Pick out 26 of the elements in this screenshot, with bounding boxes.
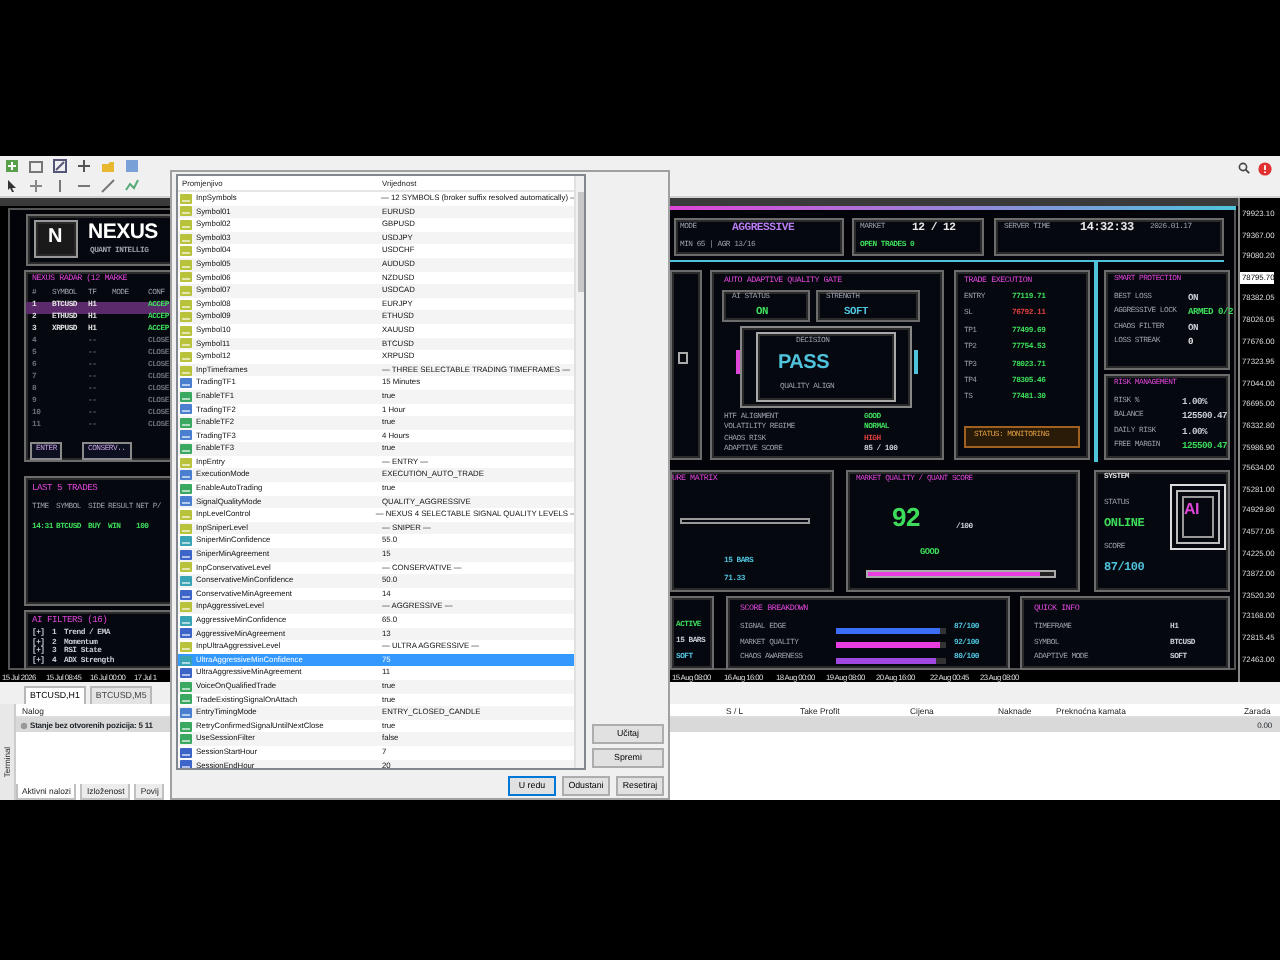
matrix-bar xyxy=(680,518,810,524)
crosshair-icon[interactable] xyxy=(28,178,44,194)
brand-title: NEXUS xyxy=(88,222,158,243)
decision-box xyxy=(756,332,896,402)
trendline-icon[interactable] xyxy=(100,178,116,194)
notification-icon[interactable] xyxy=(1258,162,1272,176)
cursor-icon[interactable] xyxy=(4,178,20,194)
window-icon[interactable] xyxy=(28,158,44,174)
panel xyxy=(852,218,984,256)
scrollbar[interactable] xyxy=(574,176,584,768)
quality-score: 92 xyxy=(892,504,920,530)
logo-box xyxy=(34,220,78,258)
panel xyxy=(1104,270,1230,370)
ai-logo-box xyxy=(1170,484,1226,550)
accent-bar xyxy=(914,350,918,374)
balance-icon[interactable] xyxy=(20,721,28,729)
decision-value: PASS xyxy=(778,354,829,374)
square-icon[interactable] xyxy=(124,158,140,174)
crosshair-icon[interactable] xyxy=(76,158,92,174)
chart-icon[interactable] xyxy=(52,158,68,174)
panel xyxy=(1104,374,1230,460)
wave-icon[interactable] xyxy=(124,178,140,194)
accent-bar xyxy=(736,350,740,374)
search-icon[interactable] xyxy=(1238,162,1250,174)
logo-letter: N xyxy=(48,228,62,248)
ai-logo-text: AI xyxy=(1184,502,1199,518)
